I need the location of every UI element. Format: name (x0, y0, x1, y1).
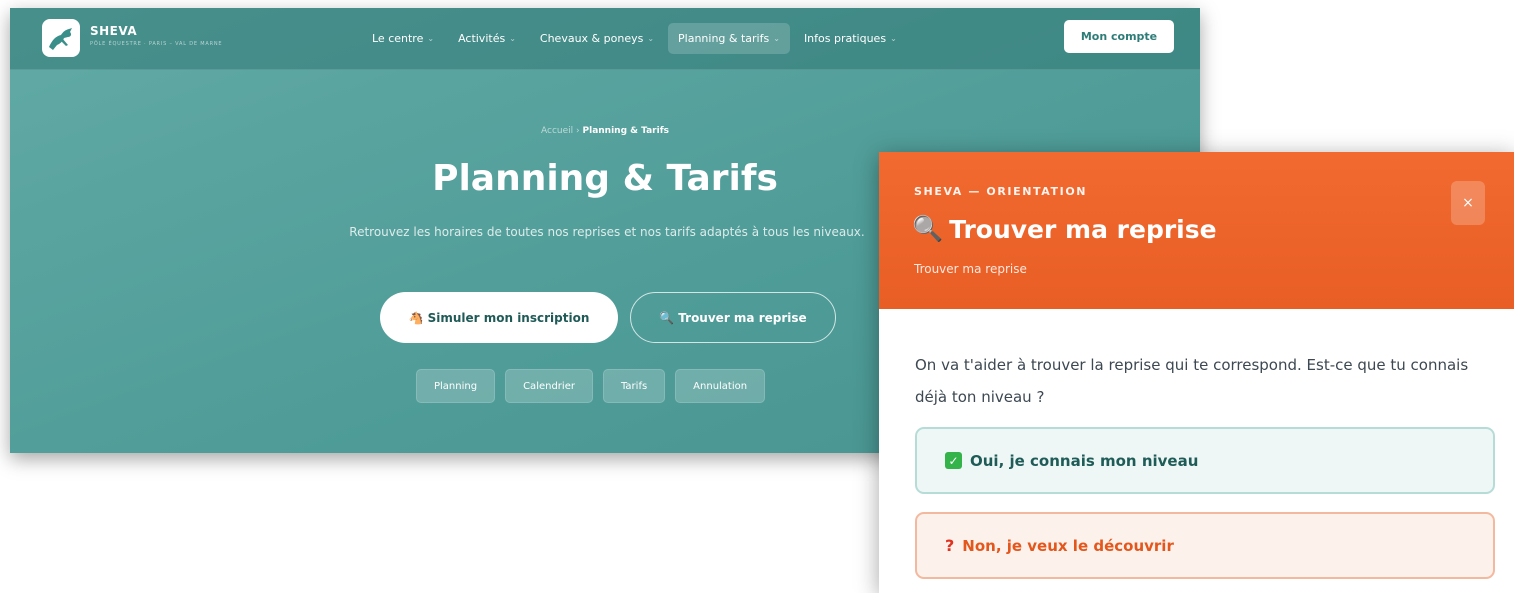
orientation-modal: SHEVA — ORIENTATION 🔍 Trouver ma reprise… (879, 152, 1514, 593)
modal-eyebrow: SHEVA — ORIENTATION (914, 185, 1088, 198)
chevron-down-icon: ⌄ (773, 33, 780, 43)
breadcrumb-current: Planning & Tarifs (582, 126, 669, 136)
modal-title-text: Trouver ma reprise (949, 214, 1217, 244)
nav-item-le-centre[interactable]: Le centre ⌄ (362, 23, 444, 54)
option-discover-level-button[interactable]: ? Non, je veux le découvrir (915, 512, 1495, 579)
tab-tarifs[interactable]: Tarifs (602, 369, 666, 403)
horse-jumping-icon (49, 28, 72, 50)
chevron-down-icon: ⌄ (509, 33, 516, 43)
option-discover-level-label: Non, je veux le découvrir (962, 536, 1174, 555)
nav-item-planning-tarifs[interactable]: Planning & tarifs ⌄ (668, 22, 790, 54)
breadcrumb: Accueil › Planning & Tarifs (10, 126, 1200, 136)
breadcrumb-separator: › (576, 126, 580, 136)
modal-subtitle: Trouver ma reprise (914, 262, 1027, 276)
find-lesson-label: Trouver ma reprise (678, 310, 807, 325)
nav-item-infos-pratiques[interactable]: Infos pratiques ⌄ (794, 23, 907, 54)
option-know-level-label: Oui, je connais mon niveau (970, 451, 1199, 470)
nav-item-activites[interactable]: Activités ⌄ (448, 23, 526, 54)
modal-header: SHEVA — ORIENTATION 🔍 Trouver ma reprise… (879, 152, 1514, 309)
modal-question: On va t'aider à trouver la reprise qui t… (915, 356, 1469, 406)
search-icon: 🔍 (912, 214, 944, 243)
question-mark-icon: ? (945, 536, 955, 555)
check-icon: ✓ (945, 452, 962, 469)
top-navigation-bar: SHEVA PÔLE ÉQUESTRE · PARIS – VAL DE MAR… (10, 8, 1200, 70)
chevron-down-icon: ⌄ (427, 33, 435, 43)
option-know-level-button[interactable]: ✓ Oui, je connais mon niveau (915, 427, 1495, 494)
simulate-registration-label: Simuler mon inscription (427, 310, 590, 325)
nav-item-label: Planning & tarifs (678, 31, 770, 45)
tab-annulation[interactable]: Annulation (675, 369, 766, 403)
close-icon: × (1462, 195, 1474, 211)
main-nav: Le centre ⌄ Activités ⌄ Chevaux & poneys… (362, 20, 911, 56)
page-subtitle: Retrouvez les horaires de toutes nos rep… (349, 225, 865, 239)
logo[interactable] (42, 19, 80, 57)
breadcrumb-home-link[interactable]: Accueil (541, 126, 573, 136)
nav-item-label: Infos pratiques (803, 31, 887, 45)
brand-name[interactable]: SHEVA (90, 24, 137, 38)
chevron-down-icon: ⌄ (647, 33, 655, 43)
modal-title: 🔍 Trouver ma reprise (912, 214, 1217, 244)
nav-item-label: Le centre (372, 31, 424, 45)
account-button[interactable]: Mon compte (1064, 20, 1174, 53)
nav-item-chevaux-poneys[interactable]: Chevaux & poneys ⌄ (530, 23, 664, 54)
search-icon: 🔍 (659, 310, 675, 325)
nav-item-label: Activités (458, 31, 506, 45)
find-lesson-button[interactable]: 🔍 Trouver ma reprise (630, 292, 836, 343)
simulate-registration-button[interactable]: 🐴 Simuler mon inscription (380, 292, 618, 343)
tab-calendrier[interactable]: Calendrier (505, 369, 593, 403)
close-button[interactable]: × (1451, 181, 1485, 225)
horse-icon: 🐴 (408, 310, 424, 325)
chevron-down-icon: ⌄ (890, 33, 897, 43)
tab-planning[interactable]: Planning (416, 369, 496, 403)
brand-tagline: PÔLE ÉQUESTRE · PARIS – VAL DE MARNE (90, 41, 223, 47)
section-tabs: Planning Calendrier Tarifs Annulation (416, 369, 766, 403)
nav-item-label: Chevaux & poneys (539, 31, 644, 45)
